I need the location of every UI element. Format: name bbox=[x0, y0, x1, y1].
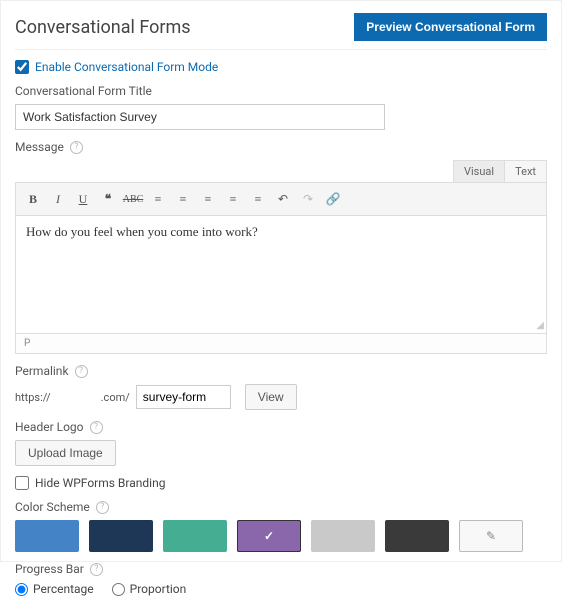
swatch-4[interactable] bbox=[311, 520, 375, 552]
check-icon: ✓ bbox=[264, 529, 274, 543]
hide-branding-label: Hide WPForms Branding bbox=[35, 476, 165, 490]
quote-icon[interactable]: ❝ bbox=[97, 188, 119, 210]
message-editor[interactable]: How do you feel when you come into work?… bbox=[15, 216, 547, 334]
redo-icon[interactable]: ↷ bbox=[297, 188, 319, 210]
preview-button[interactable]: Preview Conversational Form bbox=[354, 13, 547, 41]
help-icon[interactable]: ? bbox=[70, 141, 83, 154]
swatch-2[interactable] bbox=[163, 520, 227, 552]
swatch-1[interactable] bbox=[89, 520, 153, 552]
radio-proportion-label: Proportion bbox=[130, 582, 187, 596]
align-left-icon[interactable]: ≡ bbox=[197, 188, 219, 210]
underline-icon[interactable]: U bbox=[72, 188, 94, 210]
color-swatches: ✓ ✎ bbox=[15, 520, 547, 552]
editor-toolbar: B I U ❝ ABC ≡ ≡ ≡ ≡ ≡ ↶ ↷ 🔗 bbox=[15, 182, 547, 216]
radio-percentage-input[interactable] bbox=[15, 583, 28, 596]
radio-proportion[interactable]: Proportion bbox=[112, 582, 187, 596]
progress-bar-label: Progress Bar bbox=[15, 562, 84, 576]
color-scheme-label: Color Scheme bbox=[15, 500, 90, 514]
page-title: Conversational Forms bbox=[15, 17, 191, 38]
permalink-prefix: https:// bbox=[15, 391, 51, 404]
radio-percentage-label: Percentage bbox=[33, 582, 94, 596]
numbered-list-icon[interactable]: ≡ bbox=[172, 188, 194, 210]
resize-handle-icon[interactable]: ◢ bbox=[536, 320, 544, 331]
form-title-input[interactable] bbox=[15, 104, 385, 130]
italic-icon[interactable]: I bbox=[47, 188, 69, 210]
swatch-5[interactable] bbox=[385, 520, 449, 552]
message-label: Message bbox=[15, 140, 64, 154]
permalink-domain-suffix: .com/ bbox=[101, 391, 130, 404]
align-right-icon[interactable]: ≡ bbox=[247, 188, 269, 210]
radio-proportion-input[interactable] bbox=[112, 583, 125, 596]
swatch-0[interactable] bbox=[15, 520, 79, 552]
message-content: How do you feel when you come into work? bbox=[26, 224, 258, 239]
tab-visual[interactable]: Visual bbox=[453, 160, 505, 183]
radio-percentage[interactable]: Percentage bbox=[15, 582, 94, 596]
header-logo-label: Header Logo bbox=[15, 420, 84, 434]
help-icon[interactable]: ? bbox=[75, 365, 88, 378]
help-icon[interactable]: ? bbox=[96, 501, 109, 514]
help-icon[interactable]: ? bbox=[90, 563, 103, 576]
upload-image-button[interactable]: Upload Image bbox=[15, 440, 116, 466]
undo-icon[interactable]: ↶ bbox=[272, 188, 294, 210]
strikethrough-icon[interactable]: ABC bbox=[122, 188, 144, 210]
align-center-icon[interactable]: ≡ bbox=[222, 188, 244, 210]
form-title-label: Conversational Form Title bbox=[15, 84, 547, 98]
tab-text[interactable]: Text bbox=[504, 160, 547, 183]
hide-branding-checkbox[interactable] bbox=[15, 476, 29, 490]
permalink-slug-input[interactable] bbox=[136, 385, 231, 409]
bold-icon[interactable]: B bbox=[22, 188, 44, 210]
permalink-label: Permalink bbox=[15, 364, 69, 378]
color-picker-button[interactable]: ✎ bbox=[459, 520, 523, 552]
bullet-list-icon[interactable]: ≡ bbox=[147, 188, 169, 210]
enable-mode-checkbox[interactable] bbox=[15, 60, 29, 74]
editor-path: P bbox=[15, 334, 547, 354]
view-button[interactable]: View bbox=[245, 384, 297, 410]
help-icon[interactable]: ? bbox=[90, 421, 103, 434]
swatch-3[interactable]: ✓ bbox=[237, 520, 301, 552]
link-icon[interactable]: 🔗 bbox=[322, 188, 344, 210]
enable-mode-label: Enable Conversational Form Mode bbox=[35, 60, 218, 74]
eyedropper-icon: ✎ bbox=[486, 529, 496, 543]
